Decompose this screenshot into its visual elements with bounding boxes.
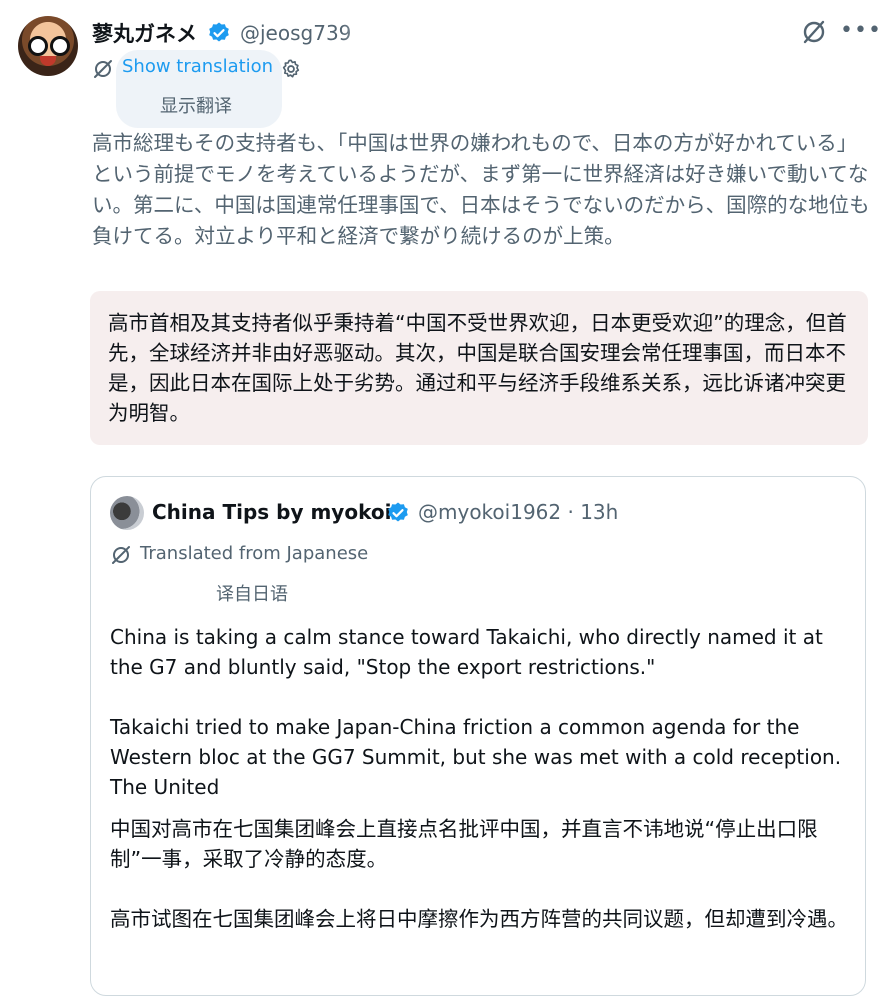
avatar-eye-right: [50, 36, 70, 56]
author-avatar[interactable]: [18, 16, 78, 76]
quoted-author-avatar[interactable]: [110, 496, 144, 530]
translate-icon: [112, 546, 130, 564]
tweet-text-chinese: 高市首相及其支持者似乎秉持着“中国不受世界欢迎，日本更受欢迎”的理念，但首先，全…: [108, 311, 847, 425]
translate-icon: [94, 60, 112, 78]
translated-from-label: Translated from Japanese: [140, 543, 369, 564]
avatar-mouth: [40, 56, 56, 66]
quoted-handle-and-time[interactable]: @myokoi1962 · 13h: [418, 500, 618, 524]
quoted-text-en-paragraph-1: China is taking a calm stance toward Tak…: [110, 625, 823, 679]
author-display-name[interactable]: 蓼丸ガネメ: [92, 18, 197, 48]
quoted-text-zh-paragraph-2: 高市试图在七国集团峰会上将日中摩擦作为西方阵营的共同议题，但却遭到冷遇。: [110, 907, 848, 931]
quoted-author-name[interactable]: China Tips by myokoi: [152, 500, 391, 524]
show-translation-link[interactable]: Show translation: [122, 56, 273, 77]
gear-icon[interactable]: [280, 58, 302, 80]
tweet-text-japanese: 高市総理もその支持者も、「中国は世界の嫌われもので、日本の方が好かれている」とい…: [92, 131, 870, 248]
avatar-eye-left: [28, 36, 48, 56]
quoted-text-en-paragraph-2: Takaichi tried to make Japan-China frict…: [110, 715, 842, 799]
show-translation-zh-overlay: 显示翻译: [160, 96, 232, 117]
grok-icon[interactable]: [800, 18, 828, 46]
handle-redaction-fade: [342, 24, 418, 46]
verified-badge-icon: [209, 22, 229, 42]
verified-badge-icon: [388, 502, 408, 522]
more-icon[interactable]: •••: [840, 18, 880, 43]
author-handle[interactable]: @jeosg739: [240, 21, 351, 45]
translated-from-label-zh: 译自日语: [216, 584, 288, 605]
quoted-text-zh-paragraph-1: 中国对高市在七国集团峰会上直接点名批评中国，并直言不讳地说“停止出口限制”一事，…: [110, 817, 818, 871]
